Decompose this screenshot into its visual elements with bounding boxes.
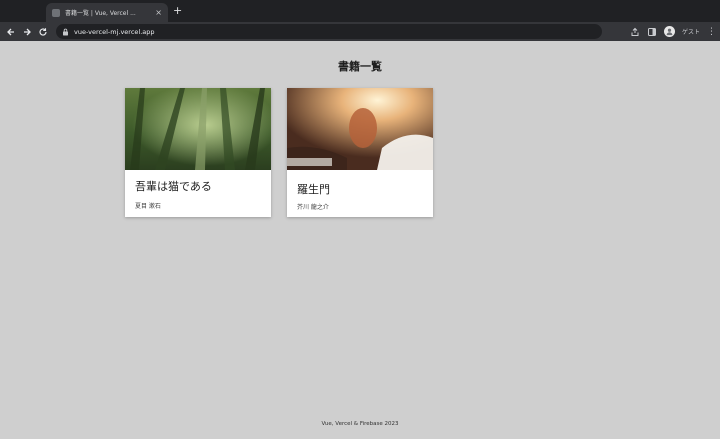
page-title: 書籍一覧 xyxy=(338,60,382,73)
book-title: 吾輩は猫である xyxy=(135,180,212,193)
url-text: vue-vercel-mj.vercel.app xyxy=(74,27,155,36)
page-content: 書籍一覧 吾輩は猫である 夏目 漱石 羅生門 芥川 龍之介 Vue, Verce… xyxy=(0,41,720,439)
browser-toolbar: vue-vercel-mj.vercel.app ゲスト ⋮ xyxy=(0,22,720,41)
profile-avatar-icon[interactable] xyxy=(663,26,675,37)
forest-image xyxy=(125,88,271,170)
side-panel-button[interactable] xyxy=(647,27,657,37)
tab-title: 書籍一覧 | Vue, Vercel ... xyxy=(65,10,136,17)
reload-button[interactable] xyxy=(35,24,51,40)
profile-label[interactable]: ゲスト xyxy=(682,27,700,36)
reload-icon xyxy=(39,27,47,36)
new-tab-button[interactable]: + xyxy=(173,4,182,18)
side-panel-icon xyxy=(647,27,656,36)
back-button[interactable] xyxy=(3,24,19,40)
book-card[interactable]: 吾輩は猫である 夏目 漱石 xyxy=(125,88,271,217)
page-footer: Vue, Vercel & Firebase 2023 xyxy=(321,421,399,427)
book-card[interactable]: 羅生門 芥川 龍之介 xyxy=(287,88,433,217)
address-bar[interactable]: vue-vercel-mj.vercel.app xyxy=(56,24,602,39)
close-icon[interactable]: × xyxy=(155,8,162,17)
share-button[interactable] xyxy=(630,27,640,37)
book-author: 夏目 漱石 xyxy=(135,203,161,210)
toolbar-actions: ゲスト ⋮ xyxy=(630,24,716,39)
arrow-right-icon xyxy=(24,28,31,35)
browser-tab-strip: 書籍一覧 | Vue, Vercel ... × + xyxy=(0,0,720,22)
lock-icon xyxy=(63,28,68,35)
arrow-left-icon xyxy=(7,28,14,35)
sunlight-image xyxy=(287,88,433,170)
share-icon xyxy=(631,27,639,36)
favicon-icon xyxy=(52,8,60,17)
person-icon xyxy=(666,28,673,36)
tab-books-list[interactable]: 書籍一覧 | Vue, Vercel ... × xyxy=(46,3,168,22)
forward-button[interactable] xyxy=(19,24,35,40)
book-title: 羅生門 xyxy=(297,183,330,196)
book-author: 芥川 龍之介 xyxy=(297,204,329,211)
menu-icon[interactable]: ⋮ xyxy=(707,27,716,37)
